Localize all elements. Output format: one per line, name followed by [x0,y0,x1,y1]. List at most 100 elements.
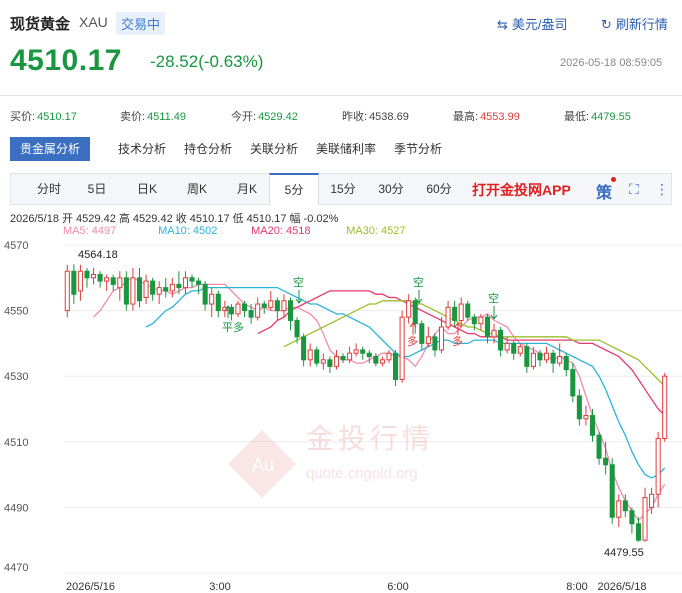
candle [268,290,274,311]
candle-body [117,277,123,289]
candle [589,409,596,442]
candlestick-chart[interactable]: 4570 4550 4530 4510 4490 4470 2026/5/16 3:00 6:0… [0,238,682,593]
candle [169,277,175,298]
candle-body [589,415,596,436]
period-tab-30min[interactable]: 30分 [369,174,413,204]
candle-body [373,356,379,364]
candle-body [445,306,451,328]
candle-body [340,356,346,361]
period-tab-daily[interactable]: 日K [123,174,171,204]
tab-technical[interactable]: 技术分析 [118,137,166,161]
tab-seasonal[interactable]: 季节分析 [394,137,442,161]
candle-body [406,300,412,318]
x-tick-label: 2026/5/16 [66,581,115,593]
candle [465,300,471,321]
candle [281,294,287,318]
candle [235,300,241,318]
watermark-subtext: quote.cngold.org [306,465,418,482]
instrument-title: 现货黄金 [10,16,71,33]
candle-body [530,352,536,367]
quote-high: 最高: 4553.99 [453,111,520,123]
open-app-link[interactable]: 打开金投网APP [472,180,571,200]
y-tick-label: 4570 [4,240,28,252]
candle-body [432,336,438,351]
y-tick-label: 4510 [4,437,28,449]
candle [544,346,550,364]
candle-body [642,497,648,541]
refresh-button[interactable]: ↻ 刷新行情 [601,14,668,33]
candle-body [393,352,399,380]
candle [189,274,195,288]
candle-body [143,280,149,298]
candle [570,363,576,403]
tab-correlation[interactable]: 关联分析 [250,137,298,161]
strategy-icon[interactable]: 策 [596,179,612,203]
y-tick-label: 4470 [4,562,28,574]
candle-body [471,316,477,325]
candle [452,300,458,327]
candle [209,287,215,318]
period-tab-weekly[interactable]: 周K [173,174,221,204]
price-change: -28.52(-0.63%) [150,52,264,71]
instrument-code: XAU [79,14,108,30]
quote-open: 今开: 4529.42 [231,111,298,123]
candle-body [438,326,445,351]
candle [635,517,641,542]
candle-body [261,303,267,308]
candle-body [353,349,359,354]
divider [0,95,682,96]
candle-body [465,303,471,318]
candle-body [294,319,300,338]
fullscreen-icon[interactable]: ⛶ [629,181,639,198]
period-tab-monthly[interactable]: 月K [223,174,271,204]
candle [64,264,70,318]
candle-body [452,306,458,321]
currency-switch-button[interactable]: ⇆ 美元/盎司 [497,14,568,33]
switch-arrows-icon: ⇆ [497,17,508,32]
candle [557,343,563,367]
tab-positions[interactable]: 持仓分析 [184,137,232,161]
candle [196,277,202,295]
watermark-text: 金投行情 [306,422,434,455]
candle [130,267,136,311]
candle [136,267,143,308]
candle-body [622,500,628,512]
tab-precious-metals[interactable]: 贵金属分析 [10,137,91,161]
candle-body [156,287,162,295]
ma10-legend: MA10: 4502 [158,225,218,237]
watermark-logo: Au [228,430,296,498]
candle-body [169,283,175,292]
candle [340,353,346,364]
candle [576,389,582,426]
period-tab-60min[interactable]: 60分 [417,174,461,204]
candle [163,277,169,298]
candle-body [484,316,490,338]
update-timestamp: 2026-05-18 08:59:05 [560,57,663,69]
candle [406,294,412,324]
candle-body [77,270,83,292]
candle [123,271,129,311]
candle [143,274,149,305]
signal-short: 空 [488,291,499,305]
period-tab-intraday[interactable]: 分时 [25,174,73,204]
candle [393,349,399,387]
period-tab-5day[interactable]: 5日 [73,174,121,204]
candle [353,343,359,357]
candle-body [150,280,156,295]
more-options-icon[interactable]: ⋮ [655,181,669,198]
signal-close-long: 平多 [222,320,244,334]
x-tick-label: 8:00 [566,581,587,593]
candle-body [123,277,129,305]
candle-body [301,336,307,361]
quote-bid: 买价: 4510.17 [10,111,77,123]
y-tick-label: 4550 [4,306,28,318]
period-tab-5min[interactable]: 5分 [269,173,319,205]
candle [662,372,668,442]
candle [616,494,622,528]
period-tab-15min[interactable]: 15分 [321,174,365,204]
tab-fed-rate[interactable]: 美联储利率 [316,137,376,161]
candle-body [498,329,504,351]
candle-body [662,375,668,440]
candle-body [550,352,556,364]
candle-body [287,300,294,321]
